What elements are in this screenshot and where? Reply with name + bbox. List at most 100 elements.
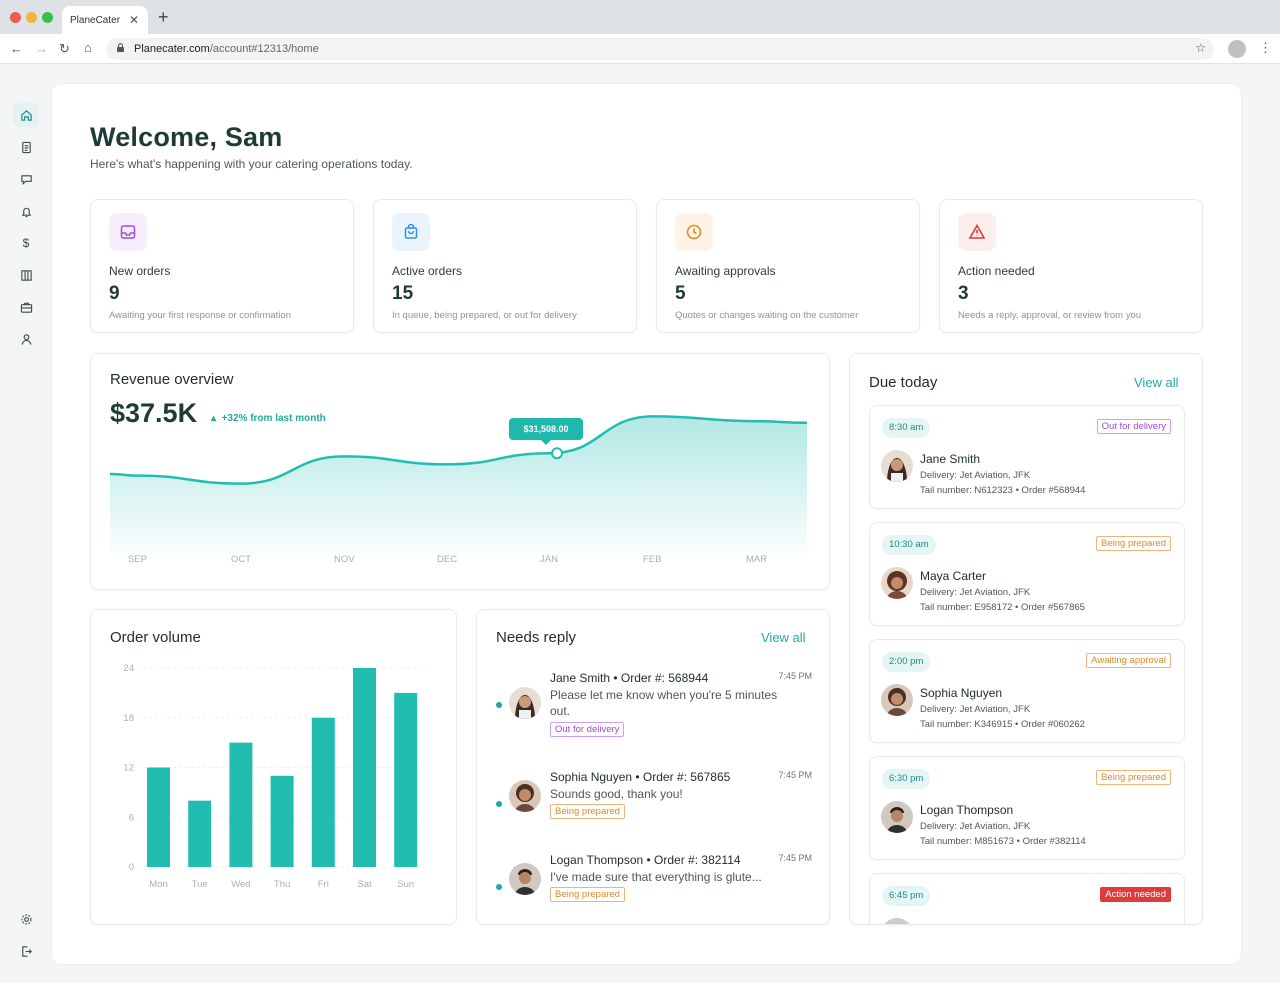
settings-icon[interactable] [13, 907, 39, 931]
bookmark-star-icon[interactable]: ☆ [1195, 41, 1206, 55]
card-title: Needs reply [496, 629, 577, 646]
stat-label: Awaiting approvals [675, 264, 776, 278]
document-icon[interactable] [13, 135, 39, 159]
avatar [509, 863, 541, 895]
user-icon[interactable] [13, 327, 39, 351]
card-title: Due today [869, 374, 938, 391]
x-tick-label: Mon [149, 879, 167, 890]
tail-and-order-number: Tail number: N612323 • Order #568944 [920, 485, 1086, 496]
status-badge: Out for delivery [550, 722, 625, 737]
home-browser-icon[interactable]: ⌂ [84, 40, 92, 55]
message-time: 7:45 PM [778, 770, 812, 780]
bag-icon [392, 213, 430, 251]
y-tick-label: 18 [123, 713, 134, 724]
unread-dot [496, 801, 502, 807]
stat-card-new-orders[interactable]: New orders 9 Awaiting your first respons… [90, 199, 354, 333]
url-path: /account#12313/home [209, 43, 319, 55]
message-item[interactable]: Jane Smith • Order #: 568944 7:45 PM Ple… [477, 671, 829, 751]
unread-dot [496, 702, 502, 708]
y-tick-label: 24 [123, 663, 134, 674]
status-badge: Being prepared [550, 804, 625, 819]
message-preview: Please let me know when you're 5 minutes… [550, 688, 778, 718]
revenue-area [110, 416, 807, 554]
due-order-card[interactable]: 6:45 pm Action needed [869, 873, 1185, 924]
needs-reply-view-all-link[interactable]: View all [761, 630, 806, 645]
avatar [881, 918, 913, 924]
clock-icon [675, 213, 713, 251]
columns-icon[interactable] [13, 263, 39, 287]
url-field[interactable]: Planecater.com/account#12313/home ☆ [106, 38, 1214, 60]
y-tick-label: 12 [123, 763, 134, 774]
x-tick-label: SEP [128, 554, 148, 565]
status-badge: Awaiting approval [1086, 653, 1171, 668]
logout-icon[interactable] [13, 939, 39, 963]
message-preview: I've made sure that everything is glute.… [550, 870, 762, 884]
status-badge: Being prepared [550, 887, 625, 902]
status-badge: Out for delivery [1096, 419, 1171, 434]
message-item[interactable]: Logan Thompson • Order #: 382114 7:45 PM… [477, 853, 829, 933]
x-tick-label: Thu [274, 879, 290, 890]
bar-sat[interactable] [353, 668, 376, 867]
delivery-location: Delivery: Jet Aviation, JFK [920, 821, 1031, 832]
due-order-card[interactable]: 2:00 pm Awaiting approval Sophia Nguyen … [869, 639, 1185, 743]
browser-profile-avatar[interactable] [1228, 40, 1246, 58]
browser-tab-bar: PlaneCater ✕ + [0, 0, 1280, 34]
x-tick-label: Sun [397, 879, 414, 890]
dollar-icon[interactable]: $ [13, 231, 39, 255]
browser-menu-icon[interactable]: ⋮ [1259, 40, 1272, 56]
message-item[interactable]: Sophia Nguyen • Order #: 567865 7:45 PM … [477, 770, 829, 850]
tail-and-order-number: Tail number: M851673 • Order #382114 [920, 836, 1086, 847]
stat-value: 15 [392, 283, 414, 304]
browser-tab[interactable]: PlaneCater ✕ [62, 6, 148, 34]
bar-fri[interactable] [311, 717, 335, 867]
needs-reply-card: Needs reply View all Jane Smith • Order … [476, 609, 830, 925]
message-heading: Jane Smith • Order #: 568944 [550, 671, 709, 685]
bar-mon[interactable] [147, 767, 170, 868]
stat-label: Action needed [958, 264, 1035, 278]
delivery-location: Delivery: Jet Aviation, JFK [920, 704, 1031, 715]
forward-icon[interactable]: → [35, 41, 48, 56]
customer-name: Logan Thompson [920, 803, 1014, 817]
stat-card-awaiting-approvals[interactable]: Awaiting approvals 5 Quotes or changes w… [656, 199, 920, 333]
chat-icon[interactable] [13, 167, 39, 191]
window-close-dot[interactable] [10, 12, 21, 23]
message-preview: Sounds good, thank you! [550, 787, 683, 801]
stat-description: Needs a reply, approval, or review from … [958, 310, 1142, 321]
bar-wed[interactable] [229, 742, 253, 867]
stat-description: Quotes or changes waiting on the custome… [675, 310, 859, 321]
bar-tue[interactable] [188, 800, 212, 867]
delivery-location: Delivery: Jet Aviation, JFK [920, 470, 1031, 481]
stat-description: Awaiting your first response or confirma… [109, 310, 291, 321]
due-order-card[interactable]: 8:30 am Out for delivery Jane Smith Deli… [869, 405, 1185, 509]
due-order-card[interactable]: 10:30 am Being prepared Maya Carter Deli… [869, 522, 1185, 626]
x-tick-label: DEC [437, 554, 458, 565]
browser-tab-title: PlaneCater [70, 15, 121, 26]
stat-card-action-needed[interactable]: Action needed 3 Needs a reply, approval,… [939, 199, 1203, 333]
due-order-card[interactable]: 6:30 pm Being prepared Logan Thompson De… [869, 756, 1185, 860]
stat-card-active-orders[interactable]: Active orders 15 In queue, being prepare… [373, 199, 637, 333]
due-today-view-all-link[interactable]: View all [1134, 375, 1179, 390]
back-icon[interactable]: ← [10, 41, 23, 56]
page-title: Welcome, Sam [90, 122, 283, 152]
x-tick-label: Fri [318, 879, 329, 890]
revenue-area-chart [109, 415, 808, 554]
new-tab-icon[interactable]: + [158, 7, 169, 28]
home-icon[interactable] [13, 103, 39, 127]
bar-sun[interactable] [394, 692, 418, 867]
x-tick-label: MAR [746, 554, 768, 565]
due-time-pill: 2:00 pm [882, 652, 931, 672]
avatar [881, 567, 913, 599]
x-tick-label: Wed [231, 879, 250, 890]
bell-icon[interactable] [13, 199, 39, 223]
window-maximize-dot[interactable] [42, 12, 53, 23]
tab-close-icon[interactable]: ✕ [129, 13, 139, 27]
status-badge: Being prepared [1096, 770, 1171, 785]
briefcase-icon[interactable] [13, 295, 39, 319]
window-minimize-dot[interactable] [26, 12, 37, 23]
x-tick-label: Sat [357, 879, 372, 890]
bar-thu[interactable] [270, 775, 294, 867]
revenue-tooltip: $31,508.00 [509, 418, 583, 445]
reload-icon[interactable]: ↻ [59, 41, 70, 57]
avatar [881, 450, 913, 482]
revenue-highlight-point[interactable] [551, 447, 563, 460]
